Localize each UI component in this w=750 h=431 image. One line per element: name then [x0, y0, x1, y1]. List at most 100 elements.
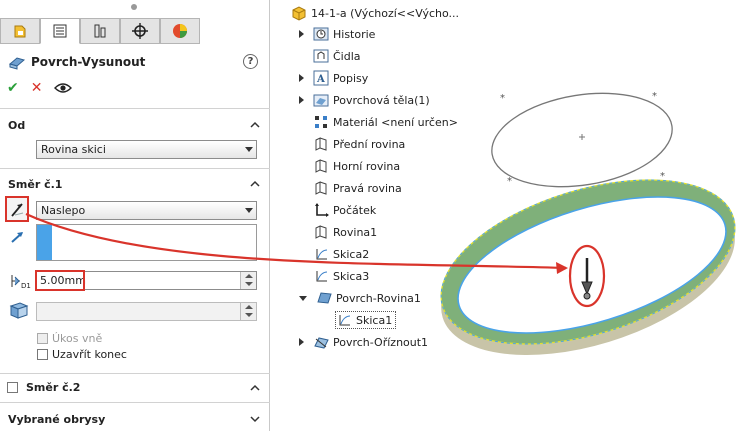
tree-item-history[interactable]: Historie	[299, 25, 375, 43]
material-icon	[315, 116, 327, 128]
from-select[interactable]: Rovina skici	[36, 140, 257, 159]
separator	[0, 168, 270, 169]
tab-dimxpert-manager[interactable]	[120, 18, 160, 44]
surface-trim-icon	[314, 337, 329, 349]
property-manager: Povrch-Vysunout ? ✔ ✕ Od Rovina skici Sm…	[0, 0, 270, 431]
origin-icon	[315, 203, 329, 217]
plane-icon	[315, 225, 327, 239]
tree-item-label: Skica1	[356, 313, 393, 327]
tree-item-label: Rovina1	[333, 225, 378, 239]
sensor-icon	[313, 49, 329, 63]
cap-end-checkbox[interactable]: Uzavřít konec	[37, 348, 127, 361]
direction2-checkbox[interactable]: Směr č.2	[7, 381, 80, 394]
property-list-icon	[53, 24, 67, 38]
section-from-header[interactable]: Od	[8, 119, 25, 132]
checkbox-box	[37, 333, 48, 344]
separator	[0, 402, 270, 403]
separator	[0, 373, 270, 374]
planar-surface-icon	[317, 292, 332, 304]
feature-title-text: Povrch-Vysunout	[31, 55, 146, 69]
tree-item-label: Skica2	[333, 247, 370, 261]
tree-item-origin[interactable]: Počátek	[313, 201, 376, 219]
plane-icon	[315, 181, 327, 195]
cancel-x-icon[interactable]: ✕	[31, 80, 43, 96]
depth-dimension-icon: D1	[11, 275, 31, 290]
configuration-icon	[94, 24, 106, 38]
tree-item-label: Popisy	[333, 71, 369, 85]
direction2-label: Směr č.2	[26, 381, 81, 394]
tree-item-label: Skica3	[333, 269, 370, 283]
appearance-ball-icon	[173, 24, 187, 38]
tree-root[interactable]: 14-1-a (Výchozí<<Výcho...	[291, 4, 459, 22]
tree-item-sketch1[interactable]: Skica1	[335, 311, 397, 329]
tree-item-label: Historie	[333, 27, 376, 41]
ok-check-icon[interactable]: ✔	[7, 80, 19, 96]
tab-feature-manager[interactable]	[0, 18, 40, 44]
draft-icon[interactable]	[8, 300, 30, 320]
tree-item-material[interactable]: Materiál <není určen>	[313, 113, 458, 131]
surface-bodies-folder-icon	[313, 94, 329, 107]
feature-tree-icon	[14, 25, 26, 38]
tree-item-sensors[interactable]: Čidla	[313, 47, 361, 65]
tab-property-manager[interactable]	[40, 18, 80, 44]
tree-item-label: Pravá rovina	[333, 181, 402, 195]
checkbox-box	[37, 349, 48, 360]
surface-extrude-icon	[8, 57, 26, 70]
expand-chevron-icon[interactable]	[250, 414, 260, 424]
tree-item-top-plane[interactable]: Horní rovina	[313, 157, 400, 175]
history-icon	[313, 27, 329, 41]
collapse-chevron-icon[interactable]	[250, 179, 260, 189]
tree-item-label: Přední rovina	[333, 137, 406, 151]
selection-color-bar	[37, 225, 52, 260]
reverse-direction-icon	[11, 203, 24, 217]
tab-configuration-manager[interactable]	[80, 18, 120, 44]
draft-angle-input[interactable]	[36, 302, 257, 321]
tree-item-label: Materiál <není určen>	[333, 115, 458, 129]
tree-item-surface-bodies[interactable]: Povrchová těla(1)	[299, 91, 430, 109]
manager-tabs	[0, 18, 200, 44]
draft-outward-checkbox[interactable]: Úkos vně	[37, 332, 102, 345]
plane-icon	[315, 159, 327, 173]
tree-item-surface-trim1[interactable]: Povrch-Oříznout1	[299, 333, 428, 351]
draft-spinner[interactable]	[240, 303, 256, 320]
tree-item-label: Čidla	[333, 49, 361, 63]
preview-eye-icon[interactable]	[54, 82, 73, 94]
tree-item-label: Povrch-Oříznout1	[333, 335, 429, 349]
tree-item-front-plane[interactable]: Přední rovina	[313, 135, 405, 153]
reverse-direction-button[interactable]	[5, 196, 29, 222]
action-bar: ✔ ✕	[7, 80, 73, 96]
annotation-icon: A	[313, 70, 329, 86]
tree-item-planar-surface1[interactable]: Povrch-Rovina1	[299, 289, 421, 307]
checkbox-box	[7, 382, 18, 393]
help-button[interactable]: ?	[243, 54, 258, 69]
tree-root-label: 14-1-a (Výchozí<<Výcho...	[311, 6, 460, 20]
svg-text:D1: D1	[21, 282, 31, 290]
direction-arrow-icon	[11, 232, 23, 243]
part-icon	[292, 6, 306, 21]
cap-end-label: Uzavřít konec	[52, 348, 127, 361]
depth-spinner[interactable]	[240, 272, 256, 289]
tree-item-sketch3[interactable]: Skica3	[313, 267, 369, 285]
panel-grip[interactable]	[131, 4, 137, 10]
feature-title: Povrch-Vysunout	[8, 54, 145, 70]
tree-item-label: Povrchová těla(1)	[333, 93, 430, 107]
tree-item-sketch2[interactable]: Skica2	[313, 245, 369, 263]
sketch-icon	[316, 249, 328, 260]
tree-item-label: Povrch-Rovina1	[336, 291, 421, 305]
separator	[0, 108, 270, 109]
feature-tree: 14-1-a (Výchozí<<Výcho... Historie Čidla…	[275, 0, 750, 431]
direction-reference-list[interactable]	[36, 224, 257, 261]
depth-input[interactable]: 5.00mm	[35, 270, 257, 291]
collapse-chevron-icon[interactable]	[250, 120, 260, 130]
end-condition-value: Naslepo	[41, 204, 86, 217]
tree-item-annotations[interactable]: A Popisy	[299, 69, 368, 87]
tree-item-right-plane[interactable]: Pravá rovina	[313, 179, 402, 197]
tree-item-plane1[interactable]: Rovina1	[313, 223, 377, 241]
section-direction1-header[interactable]: Směr č.1	[8, 178, 62, 191]
end-condition-select[interactable]: Naslepo	[36, 201, 257, 220]
tab-display-manager[interactable]	[160, 18, 200, 44]
collapse-chevron-icon[interactable]	[250, 383, 260, 393]
sketch-icon	[316, 271, 328, 282]
selected-contours-header[interactable]: Vybrané obrysy	[8, 413, 105, 426]
sketch-icon	[339, 315, 351, 326]
